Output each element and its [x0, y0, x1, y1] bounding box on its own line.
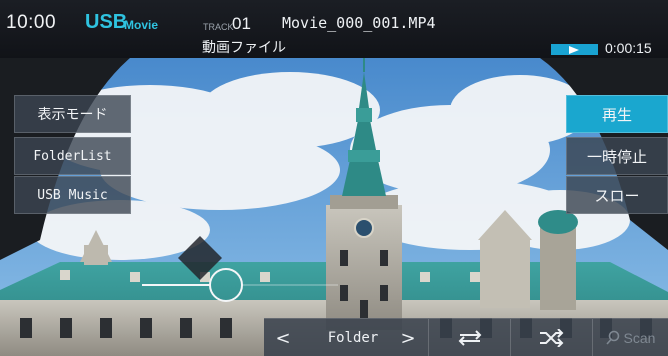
- play-icon: [569, 46, 579, 54]
- repeat-icon: [458, 330, 481, 346]
- slow-button[interactable]: スロー: [566, 176, 668, 214]
- track-number: 01: [232, 14, 251, 33]
- screen: 10:00 USB Movie TRACK 01 Movie_000_001.M…: [0, 0, 668, 356]
- repeat-button[interactable]: [428, 319, 510, 356]
- clock-time: 10:00: [6, 12, 57, 33]
- file-type: 動画ファイル: [202, 40, 286, 56]
- shuffle-button[interactable]: [510, 319, 592, 356]
- usb-music-button[interactable]: USB Music: [14, 176, 131, 214]
- play-button[interactable]: 再生: [566, 95, 668, 133]
- track-label: TRACK: [203, 22, 234, 32]
- source-sub-label: Movie: [124, 18, 159, 32]
- elapsed-time: 0:00:15: [605, 40, 652, 56]
- bottom-control-bar: < Folder > Scan: [264, 318, 668, 356]
- search-icon: [605, 330, 619, 345]
- status-bar: 10:00 USB Movie TRACK 01 Movie_000_001.M…: [0, 0, 668, 58]
- shuffle-icon: [539, 329, 563, 347]
- play-indicator: [551, 44, 598, 55]
- file-name: Movie_000_001.MP4: [282, 14, 436, 32]
- seek-slider[interactable]: [140, 268, 340, 308]
- folder-list-button[interactable]: FolderList: [14, 137, 131, 175]
- folder-next-button[interactable]: >: [388, 319, 428, 356]
- folder-prev-button[interactable]: <: [264, 319, 302, 356]
- scan-label: Scan: [623, 330, 656, 346]
- display-mode-button[interactable]: 表示モード: [14, 95, 131, 133]
- pause-button[interactable]: 一時停止: [566, 137, 668, 175]
- source-label: USB: [85, 11, 128, 33]
- scan-button[interactable]: Scan: [592, 319, 668, 356]
